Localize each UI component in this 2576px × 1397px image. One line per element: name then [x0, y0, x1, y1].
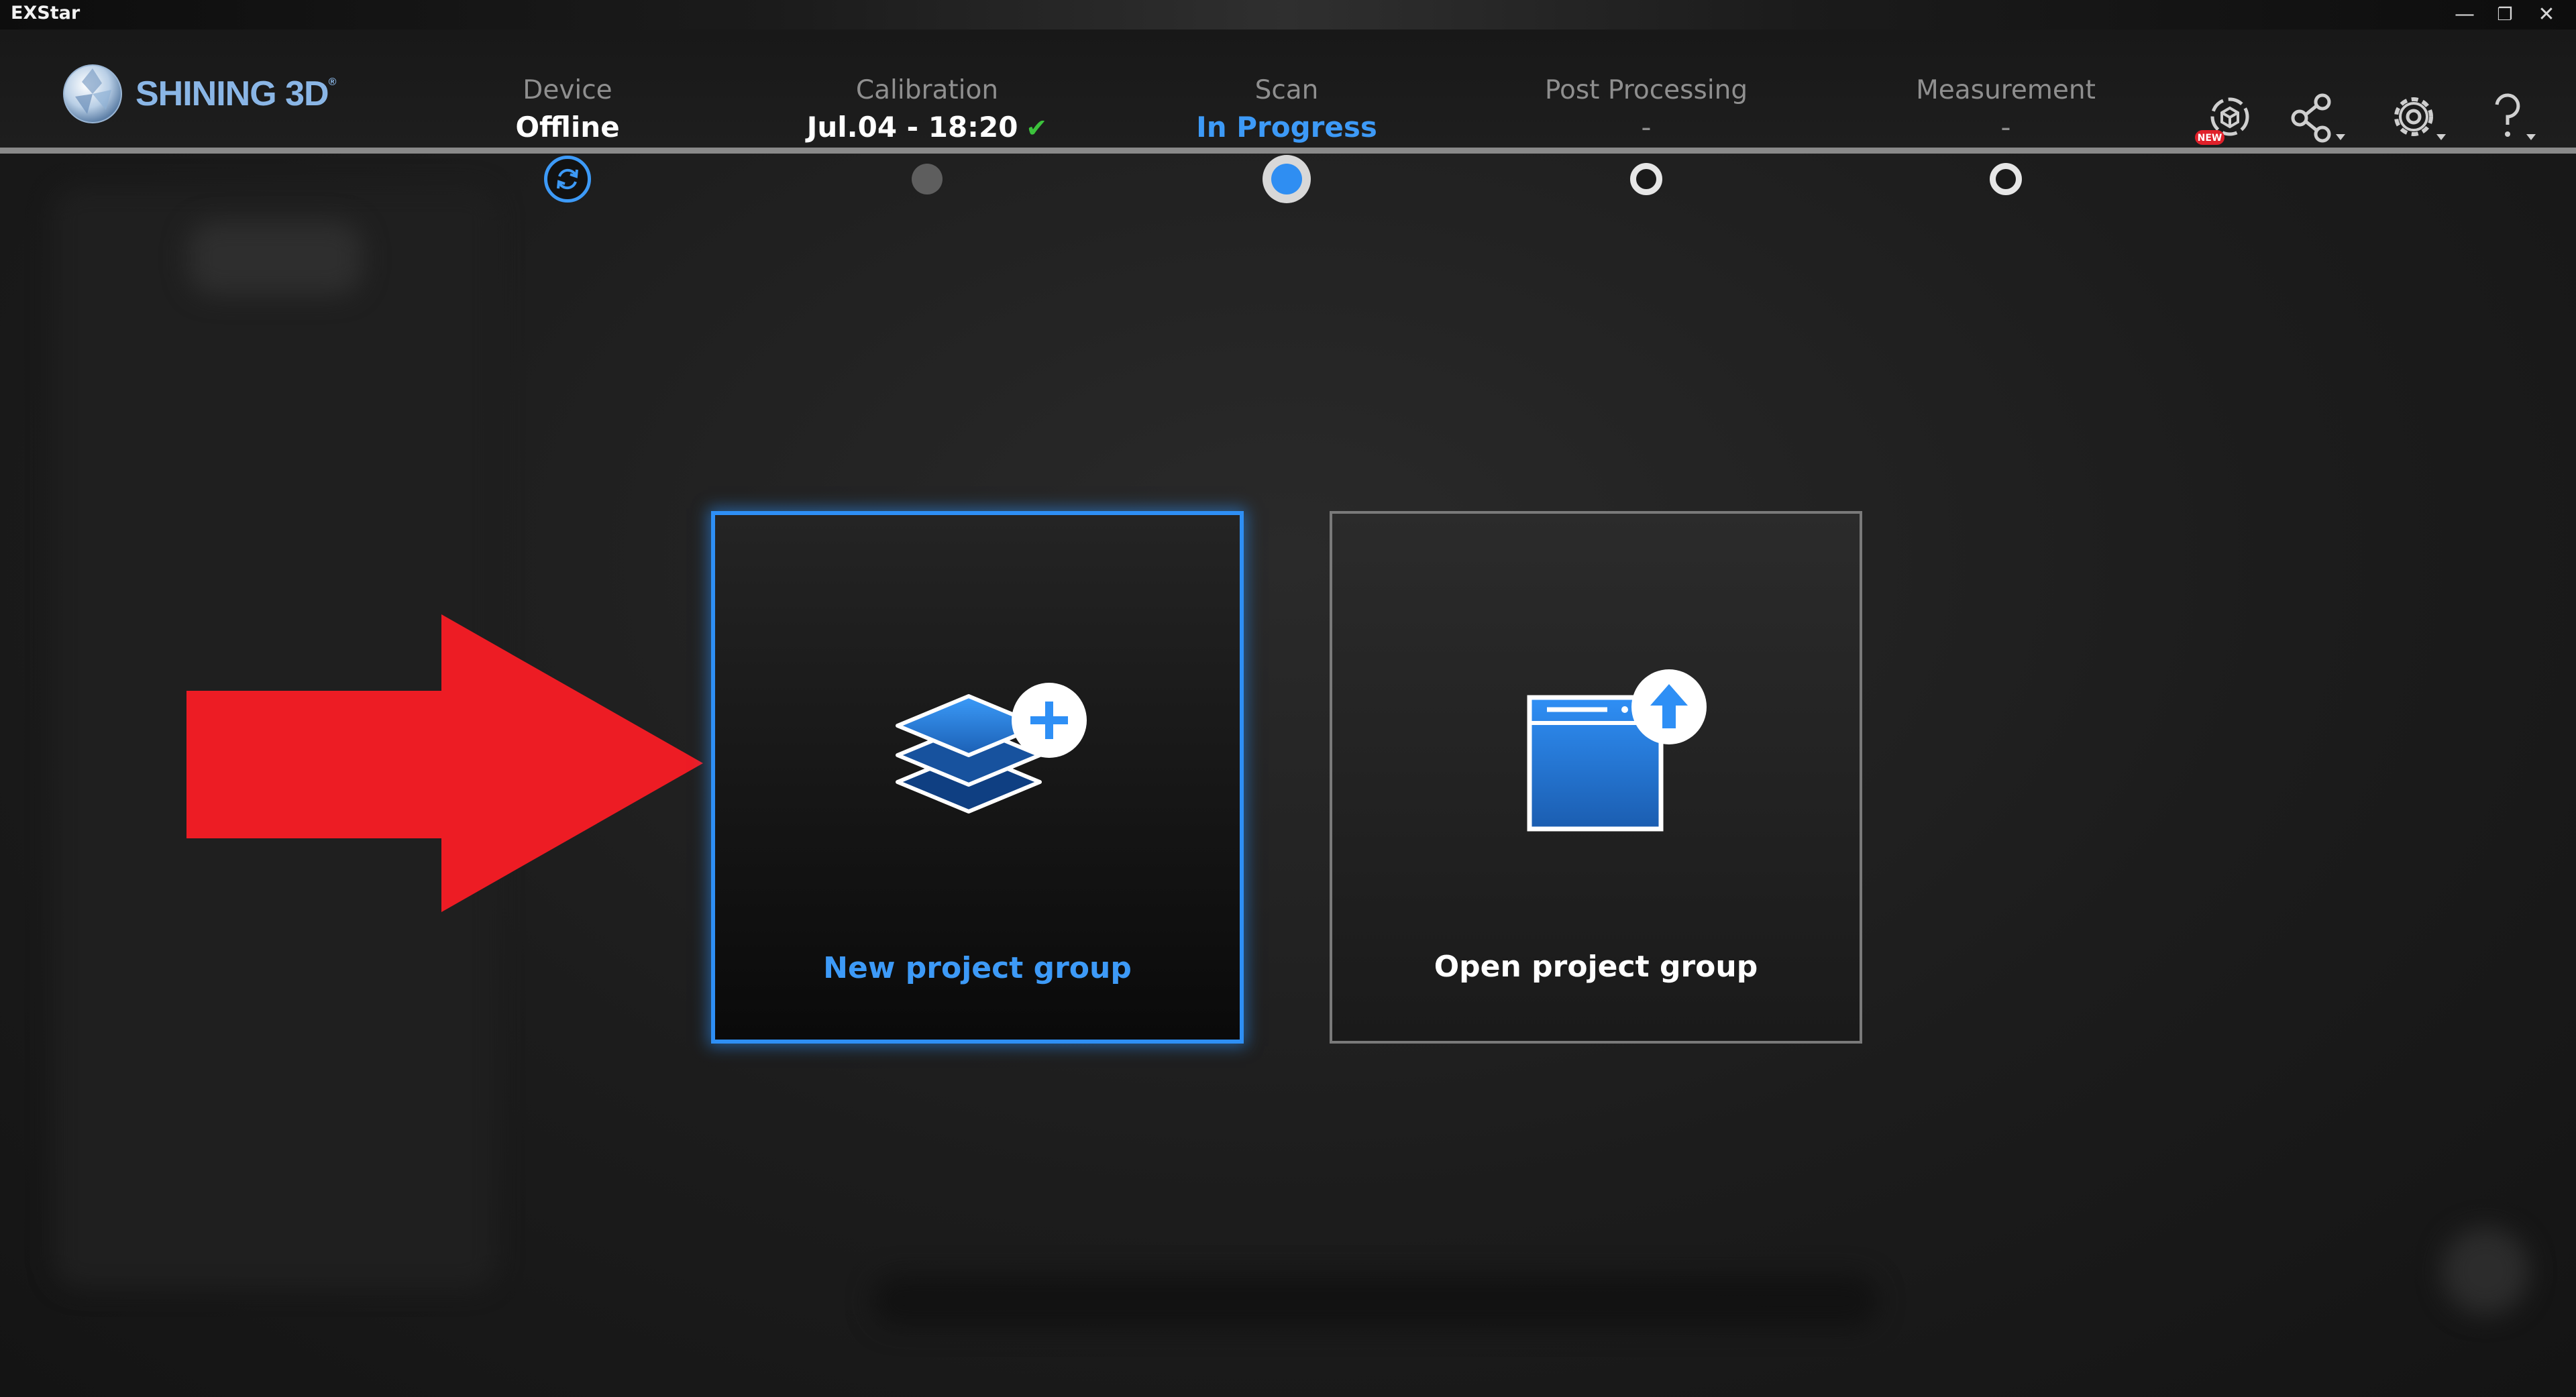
new-project-group-label: New project group — [823, 951, 1132, 985]
open-project-group-label: Open project group — [1434, 950, 1758, 984]
annotation-arrow-icon — [186, 614, 703, 912]
brand-logo: SHINING 3D® — [62, 62, 337, 126]
step-device-label: Device — [523, 75, 612, 105]
layers-plus-icon — [896, 683, 1087, 814]
scan-node[interactable] — [1263, 155, 1311, 203]
refresh-icon — [557, 168, 578, 190]
help-icon — [2495, 93, 2536, 140]
calibration-node[interactable] — [912, 164, 943, 194]
header: SHINING 3D® Device Offline Calibration J… — [0, 30, 2576, 203]
share-button[interactable] — [2281, 90, 2355, 154]
device-refresh-node[interactable] — [544, 156, 591, 203]
globe-logo-icon — [63, 64, 122, 123]
blurred-background-panel — [2442, 1227, 2529, 1315]
step-post-processing-value: - — [1641, 111, 1652, 144]
new-badge: NEW — [2198, 133, 2222, 144]
step-post-processing-label: Post Processing — [1544, 75, 1748, 105]
open-window-upload-icon — [1527, 669, 1707, 832]
step-measurement-label: Measurement — [1916, 75, 2096, 105]
workflow-progress-line — [0, 148, 2576, 154]
blurred-background-panel — [188, 221, 362, 295]
step-scan-value: In Progress — [1196, 111, 1377, 144]
post-processing-node[interactable] — [1630, 163, 1662, 195]
settings-icon — [2394, 97, 2446, 140]
step-scan-label: Scan — [1254, 75, 1319, 105]
step-calibration-value: Jul.04 - 18:20 — [806, 111, 1018, 144]
new-feature-button[interactable]: NEW — [2191, 90, 2265, 154]
step-measurement[interactable]: Measurement - — [1831, 74, 2180, 148]
registered-mark: ® — [328, 76, 337, 88]
chevron-down-icon — [2526, 134, 2536, 140]
step-scan[interactable]: Scan In Progress — [1112, 74, 1461, 148]
brand-name: SHINING 3D — [136, 74, 329, 113]
blurred-background-panel — [872, 1274, 1878, 1328]
app-window: EXStar — ❐ ✕ SHINING 3D® Device Offline … — [0, 0, 2576, 1397]
help-button[interactable] — [2477, 90, 2551, 154]
chevron-down-icon — [2436, 134, 2446, 140]
step-device-value: Offline — [515, 111, 620, 144]
step-measurement-value: - — [2000, 111, 2011, 144]
settings-button[interactable] — [2379, 90, 2453, 154]
share-icon — [2291, 93, 2345, 143]
measurement-node[interactable] — [1990, 163, 2022, 195]
new-feature-icon: NEW — [2195, 97, 2249, 145]
checkmark-icon: ✔ — [1026, 113, 1048, 143]
close-button[interactable]: ✕ — [2532, 1, 2561, 28]
step-device[interactable]: Device Offline — [393, 74, 742, 148]
restore-button[interactable]: ❐ — [2490, 1, 2520, 28]
step-post-processing[interactable]: Post Processing - — [1472, 74, 1821, 148]
open-project-group-button[interactable]: Open project group — [1330, 511, 1862, 1044]
step-calibration-label: Calibration — [855, 75, 999, 105]
chevron-down-icon — [2336, 134, 2345, 140]
step-calibration[interactable]: Calibration Jul.04 - 18:20 ✔ — [753, 74, 1102, 148]
window-title: EXStar — [11, 3, 80, 23]
title-bar: EXStar — ❐ ✕ — [0, 0, 2576, 30]
new-project-group-button[interactable]: New project group — [711, 511, 1244, 1044]
minimize-button[interactable]: — — [2450, 1, 2479, 28]
